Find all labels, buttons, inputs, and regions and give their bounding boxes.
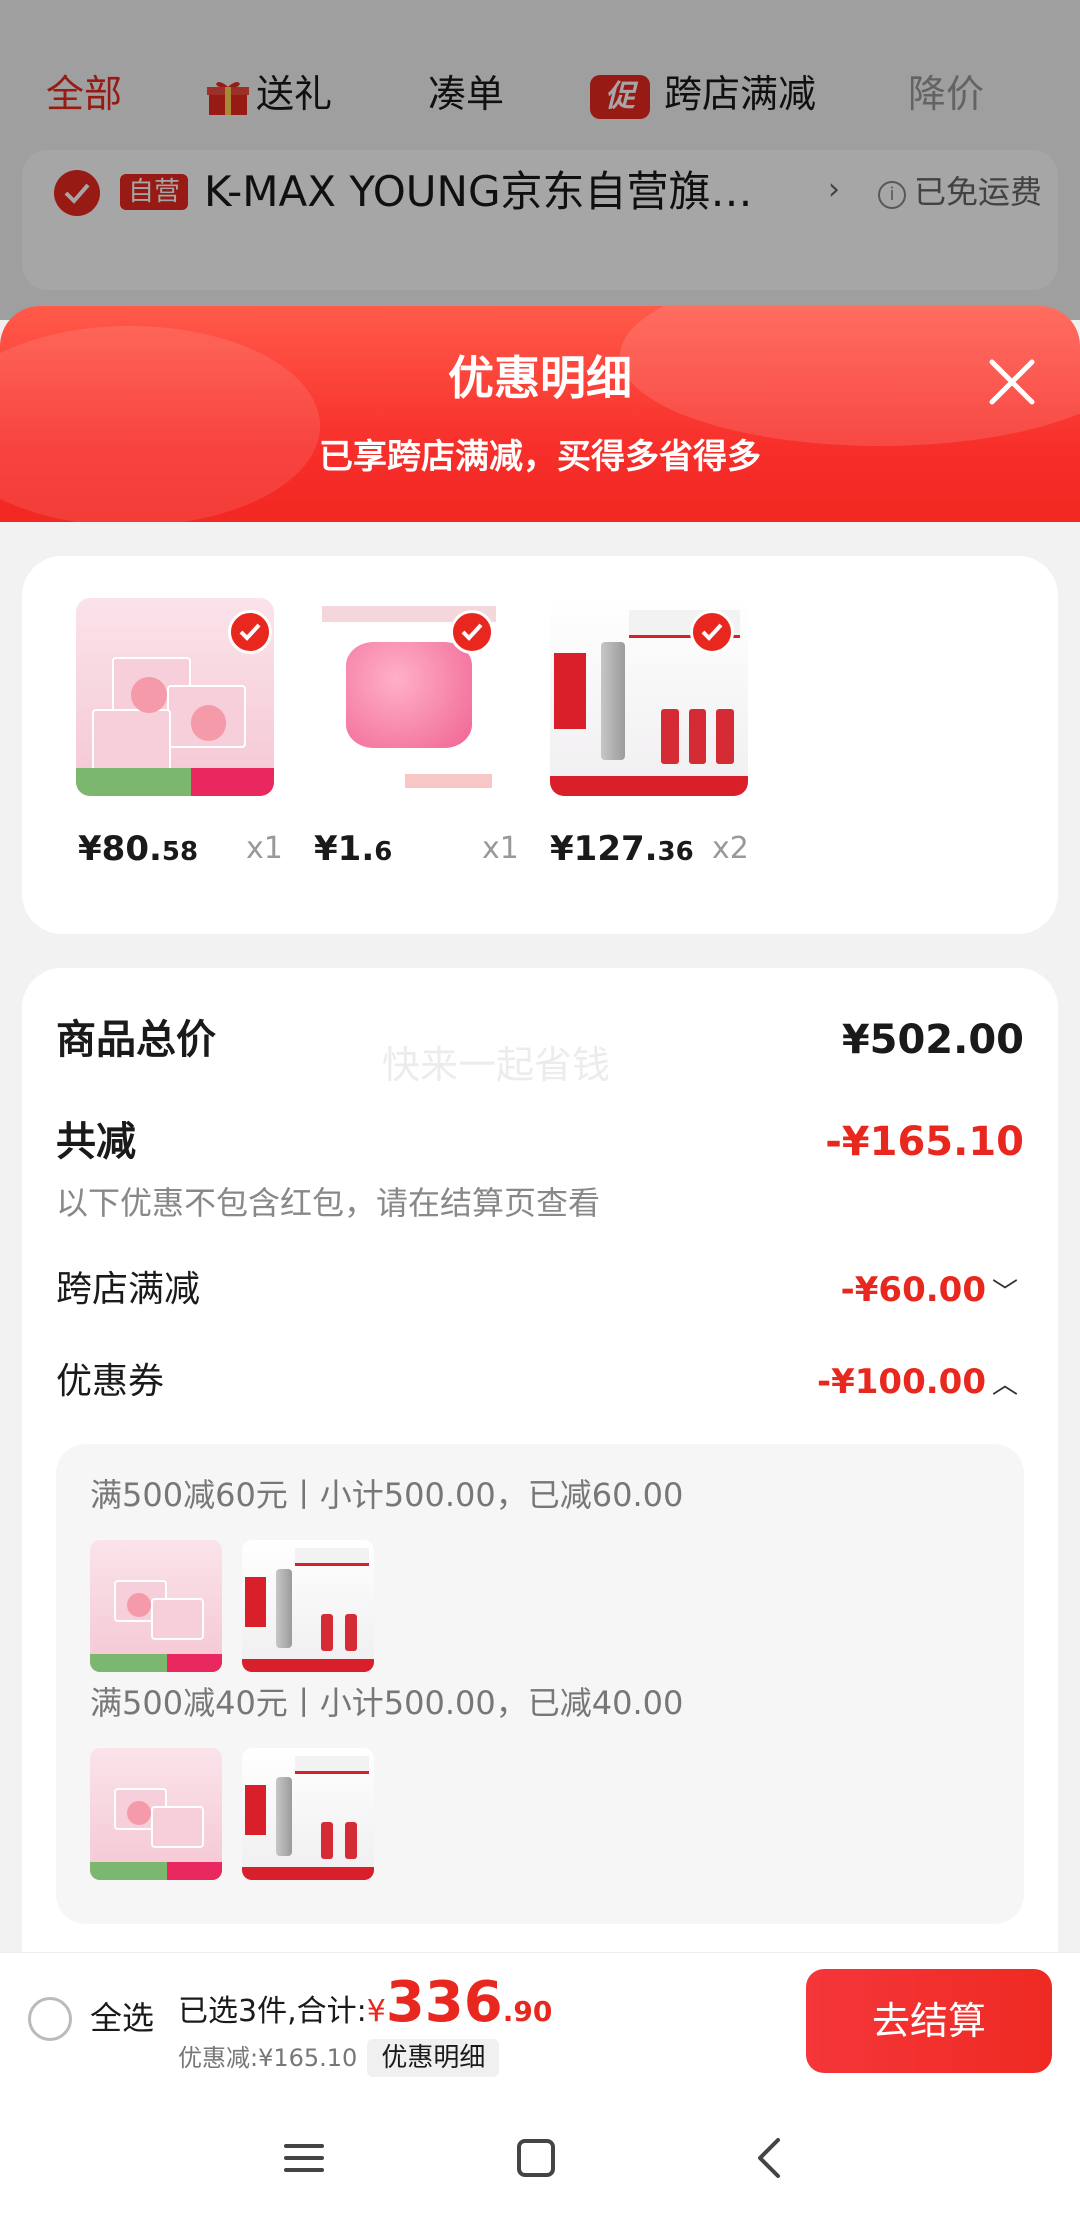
price-decimal: 6 [374, 837, 393, 867]
back-icon[interactable] [740, 2128, 800, 2188]
coupon-title: 满500减60元丨小计500.00，已减60.00 [90, 1476, 684, 1514]
total-line: 已选3件,合计:¥336.90 [178, 1973, 552, 2042]
coupon-row-toggle[interactable]: -¥100.00 ︿ [817, 1356, 1018, 1411]
price-integer: ¥1. [314, 829, 375, 869]
close-icon[interactable] [982, 352, 1042, 412]
price-integer: ¥127. [550, 829, 658, 869]
coupon-value: -¥100.00 [817, 1362, 986, 1402]
coupon-title: 满500减40元丨小计500.00，已减40.00 [90, 1684, 684, 1722]
coupon-product-thumb [242, 1748, 374, 1880]
discount-note: 以下优惠不包含红包，请在结算页查看 [56, 1184, 601, 1222]
system-nav-bar [0, 2088, 1080, 2220]
price-decimal: 58 [161, 837, 199, 867]
menu-icon[interactable] [274, 2128, 334, 2188]
home-icon[interactable] [506, 2128, 566, 2188]
discount-detail-card: 快来一起省钱 商品总价 ¥502.00 共减 -¥165.10 以下优惠不包含红… [22, 968, 1058, 1958]
discount-detail-button[interactable]: 优惠明细 [367, 2039, 500, 2077]
total-decimal: .90 [502, 1995, 553, 2028]
watermark: 快来一起省钱 [382, 1043, 611, 1087]
product-check-icon[interactable] [228, 610, 272, 654]
coupon-product-thumb [242, 1540, 374, 1672]
coupon-product-thumb [90, 1748, 222, 1880]
dim-overlay[interactable] [0, 0, 1080, 320]
discount-sheet-header: 优惠明细 已享跨店满减，买得多省得多 [0, 306, 1080, 546]
total-price-label: 商品总价 [56, 1017, 216, 1063]
cross-store-label: 跨店满减 [56, 1269, 201, 1310]
checkout-bar: 全选 已选3件,合计:¥336.90 优惠减:¥165.10 优惠明细 去结算 [0, 1952, 1080, 2088]
coupon-product-thumb [90, 1540, 222, 1672]
total-price-value: ¥502.00 [841, 1017, 1024, 1063]
product-quantity: x1 [246, 831, 283, 866]
sheet-title: 优惠明细 [448, 351, 632, 405]
sheet-subtitle: 已享跨店满减，买得多省得多 [319, 437, 761, 477]
price-decimal: 36 [657, 837, 694, 867]
cross-store-value: -¥60.00 [840, 1270, 986, 1310]
chevron-up-icon: ︿ [991, 1370, 1018, 1400]
chevron-down-icon: ﹀ [991, 1278, 1018, 1308]
select-all-label[interactable]: 全选 [90, 1995, 154, 2041]
selected-products-card: ¥80.58 x1 ¥1.6 x1 ¥127.36 x2 [22, 556, 1058, 934]
product-price: ¥1.6 [314, 824, 392, 877]
saved-amount: 优惠减:¥165.10 [178, 2044, 358, 2072]
cross-store-row-toggle[interactable]: -¥60.00 ﹀ [841, 1264, 1018, 1319]
total-discount-label: 共减 [56, 1119, 136, 1165]
selected-count-text: 已选3件,合计: [178, 1994, 367, 2029]
product-price: ¥127.36 [550, 824, 694, 877]
coupon-details: 满500减60元丨小计500.00，已减60.00 满500减40元丨小计500… [56, 1444, 1024, 1924]
saved-line: 优惠减:¥165.10 优惠明细 [178, 2039, 500, 2077]
product-check-icon[interactable] [690, 610, 734, 654]
select-all-checkbox[interactable] [28, 1997, 72, 2041]
product-quantity: x2 [712, 831, 749, 866]
product-quantity: x1 [482, 831, 519, 866]
total-discount-value: -¥165.10 [825, 1119, 1024, 1165]
coupon-label: 优惠券 [56, 1361, 165, 1402]
price-integer: ¥80. [78, 829, 162, 869]
checkout-button[interactable]: 去结算 [806, 1969, 1052, 2073]
product-price: ¥80.58 [78, 824, 198, 877]
currency-symbol: ¥ [366, 1994, 386, 2029]
total-integer: 336 [385, 1970, 503, 2035]
product-check-icon[interactable] [450, 610, 494, 654]
